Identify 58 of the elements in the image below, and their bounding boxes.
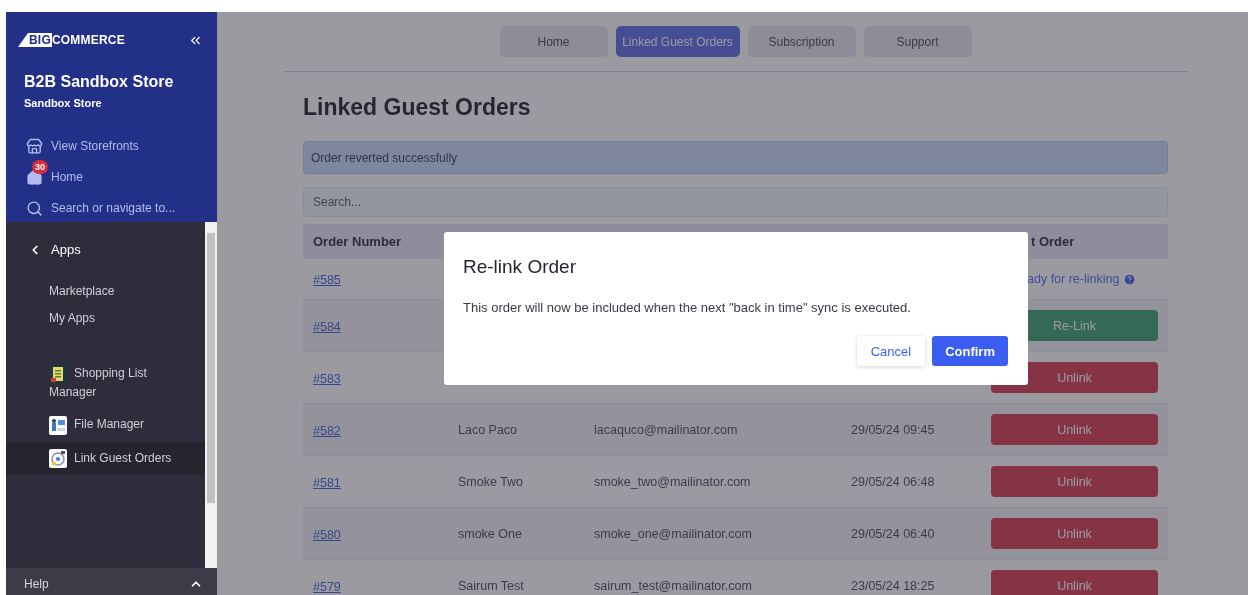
nav-item[interactable]: View Storefronts: [26, 129, 217, 155]
table-cell-text: 23/05/24 18:25: [850, 578, 936, 593]
nav-tab[interactable]: Home: [499, 26, 608, 57]
order-link[interactable]: #584: [313, 319, 341, 334]
store-name: B2B Sandbox Store: [24, 73, 175, 91]
table-cell-text: Smoke Two: [457, 474, 525, 489]
nav-item[interactable]: 30 Home: [26, 160, 217, 186]
order-link[interactable]: #581: [313, 475, 341, 490]
home-icon: [26, 168, 43, 186]
app-item[interactable]: Link Guest Orders: [6, 441, 205, 475]
table-cell-text: 29/05/24 09:45: [850, 422, 936, 437]
table-cell-text: 29/05/24 06:48: [850, 474, 936, 489]
unlink-button[interactable]: Unlink: [991, 414, 1158, 445]
table-cell-text: Laco Paco: [457, 422, 519, 437]
nav-tab[interactable]: Linked Guest Orders: [615, 26, 740, 57]
order-link[interactable]: #582: [313, 423, 341, 438]
table-cell-text: sairum_test@mailinator.com: [593, 578, 753, 593]
search-icon: [26, 199, 43, 217]
dialog-message: This order will now be included when the next "back in time" sync is executed.: [463, 300, 912, 315]
unlink-button[interactable]: Unlink: [991, 466, 1158, 497]
app-item[interactable]: File Manager: [6, 408, 205, 442]
notification-badge: 30: [32, 160, 48, 174]
nav-item[interactable]: Search or navigate to...: [26, 191, 217, 217]
clipboard-icon: [49, 364, 67, 384]
search-field[interactable]: Search...: [303, 187, 1168, 217]
table-cell-text: Sairum Test: [457, 578, 525, 593]
success-alert: Order reverted successfully: [303, 141, 1168, 174]
logo[interactable]: BIGCOMMERCE: [18, 33, 125, 47]
order-link[interactable]: #585: [313, 273, 341, 287]
sidebar-link[interactable]: My Apps: [49, 311, 205, 325]
file-icon: [49, 415, 67, 435]
unlink-button[interactable]: Unlink: [991, 518, 1158, 549]
nav-tab[interactable]: Support: [863, 26, 972, 57]
column-header: t Order: [1030, 234, 1076, 249]
help-bar[interactable]: Help: [6, 568, 217, 595]
unlink-button[interactable]: Unlink: [991, 570, 1158, 595]
order-link[interactable]: #583: [313, 371, 341, 386]
order-link[interactable]: #580: [313, 527, 341, 542]
disc-icon: [49, 449, 67, 468]
confirm-button[interactable]: Confirm: [932, 336, 1008, 366]
nav-tab[interactable]: Subscription: [747, 26, 856, 57]
table-cell-text: smoke_two@mailinator.com: [593, 474, 752, 489]
table-cell-text: 29/05/24 06:40: [850, 526, 936, 541]
table-cell-text: smoke One: [457, 526, 523, 541]
order-link[interactable]: #579: [313, 579, 341, 594]
sidebar-link[interactable]: Marketplace: [49, 284, 205, 298]
page-title: Linked Guest Orders: [303, 94, 532, 121]
table-cell-text: smoke_one@mailinator.com: [593, 526, 753, 541]
store-subtitle: Sandbox Store: [24, 97, 103, 109]
table-cell-text: lacaquco@mailinator.com: [593, 422, 739, 437]
app-item[interactable]: Shopping List Manager: [6, 357, 205, 409]
column-header: Order Number: [312, 234, 403, 249]
store-icon: [26, 137, 43, 155]
help-icon[interactable]: [1123, 272, 1137, 286]
scrollbar[interactable]: [205, 222, 217, 568]
cancel-button[interactable]: Cancel: [856, 336, 926, 366]
dialog-title: Re-link Order: [463, 256, 577, 278]
back-link[interactable]: Apps: [6, 242, 205, 257]
